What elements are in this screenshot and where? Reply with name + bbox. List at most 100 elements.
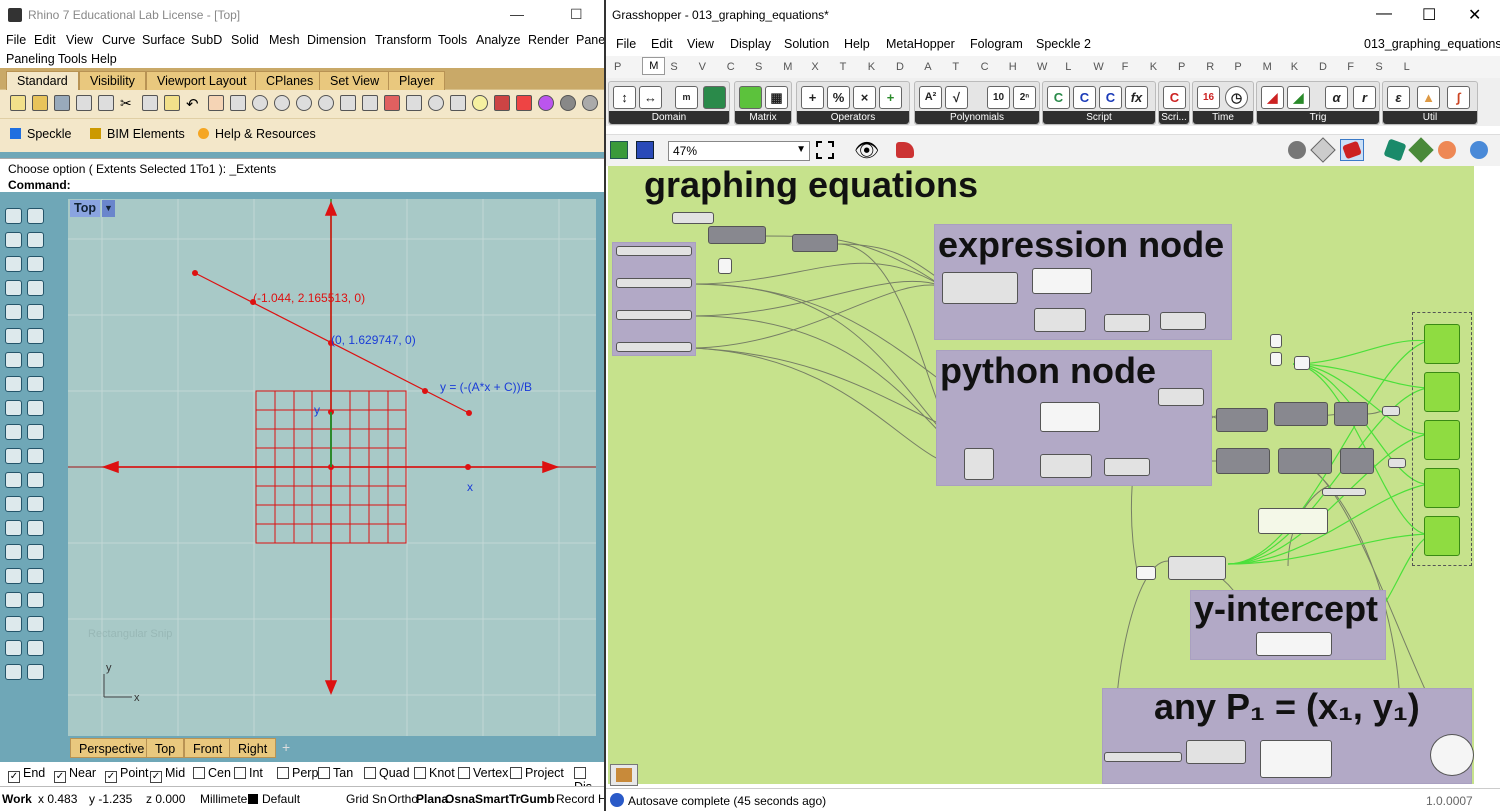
small-param-2[interactable] [1388, 458, 1406, 468]
preview-node-4[interactable] [1424, 468, 1460, 508]
smart-track[interactable]: SmartTr [475, 792, 520, 806]
side-tool-icon[interactable] [27, 232, 44, 248]
gh-menu-edit[interactable]: Edit [651, 37, 673, 51]
category-tab[interactable]: W [1093, 61, 1103, 73]
import-icon[interactable] [98, 95, 114, 111]
checkbox-icon[interactable] [414, 767, 426, 779]
param-node-1[interactable] [708, 226, 766, 244]
gh-menu-display[interactable]: Display [730, 37, 771, 51]
menu-curve[interactable]: Curve [102, 33, 135, 47]
maximize-icon[interactable]: ☐ [1422, 5, 1436, 25]
preview-node-2[interactable] [1424, 372, 1460, 412]
slider-a[interactable] [616, 246, 692, 256]
category-tab[interactable]: F [1347, 61, 1354, 73]
osnap-icon[interactable] [428, 95, 444, 111]
side-tool-icon[interactable] [5, 352, 22, 368]
save-icon[interactable] [54, 95, 70, 111]
checkbox-icon[interactable] [193, 767, 205, 779]
slider-x1[interactable] [1104, 752, 1182, 762]
checkbox-icon[interactable] [458, 767, 470, 779]
menu-view[interactable]: View [66, 33, 93, 47]
vb-script-icon[interactable]: C [1073, 86, 1096, 109]
matrix-grid-icon[interactable] [739, 86, 762, 109]
grid-snap[interactable]: Grid Sn [346, 792, 387, 806]
wireframe-icon[interactable] [1310, 137, 1336, 163]
osnap-mid[interactable]: ✓ Mid [150, 766, 185, 783]
planar[interactable]: Plana [416, 792, 448, 806]
gumball[interactable]: Gumb [520, 792, 555, 806]
zoom-extents-icon[interactable] [296, 95, 312, 111]
category-tab[interactable]: X [811, 61, 818, 73]
category-tab[interactable]: R [1206, 61, 1214, 73]
minimize-icon[interactable]: — [510, 6, 524, 22]
side-tool-icon[interactable] [27, 664, 44, 680]
move-icon[interactable] [230, 95, 246, 111]
category-tab[interactable]: A [924, 61, 931, 73]
category-tab[interactable]: T [952, 61, 959, 73]
divide-icon[interactable]: % [827, 86, 850, 109]
menu-edit[interactable]: Edit [34, 33, 56, 47]
category-tab[interactable]: M [783, 61, 792, 73]
category-tab[interactable]: C [727, 61, 735, 73]
side-tool-icon[interactable] [5, 472, 22, 488]
tab-standard[interactable]: Standard [6, 71, 79, 90]
gh-menu-solution[interactable]: Solution [784, 37, 829, 51]
new-file-icon[interactable] [10, 95, 26, 111]
minmax-icon[interactable]: m [675, 86, 698, 109]
slider-c[interactable] [616, 310, 692, 320]
calendar-icon[interactable]: 16 [1197, 86, 1220, 109]
side-tool-icon[interactable] [5, 664, 22, 680]
tab-front[interactable]: Front [184, 738, 232, 758]
layer-icon[interactable] [450, 95, 466, 111]
panel-light[interactable] [1258, 508, 1328, 534]
category-tab[interactable]: S [1375, 61, 1382, 73]
copy-icon[interactable] [142, 95, 158, 111]
tab-player[interactable]: Player [388, 71, 446, 90]
process-node-6[interactable] [1340, 448, 1374, 474]
undo-icon[interactable]: ↶ [186, 95, 202, 113]
preview-node-3[interactable] [1424, 420, 1460, 460]
category-tab[interactable]: K [1150, 61, 1157, 73]
category-tab[interactable]: L [1065, 61, 1071, 73]
rotate-view-icon[interactable] [340, 95, 356, 111]
selected-preview-icon[interactable] [1383, 138, 1407, 162]
osnap-project[interactable]: Project [510, 766, 564, 780]
side-tool-icon[interactable] [5, 328, 22, 344]
gh-menu-fologram[interactable]: Fologram [970, 37, 1023, 51]
checkbox-icon[interactable] [318, 767, 330, 779]
power-of-two-icon[interactable]: 2ⁿ [1013, 86, 1036, 109]
small-node-a[interactable] [672, 212, 714, 224]
expression-output-3[interactable] [1160, 312, 1206, 330]
checkbox-icon[interactable] [574, 767, 586, 779]
material-sphere-icon[interactable] [1438, 141, 1456, 159]
maximize-icon[interactable]: ☐ [570, 6, 583, 23]
top-viewport[interactable]: (-1.044, 2.165513, 0) (0, 1.629747, 0) y… [68, 199, 596, 736]
side-tool-icon[interactable] [5, 400, 22, 416]
process-node-5[interactable] [1278, 448, 1332, 474]
add-icon[interactable]: + [801, 86, 824, 109]
side-tool-icon[interactable] [27, 376, 44, 392]
toggle-node[interactable] [718, 258, 732, 274]
category-tab[interactable]: M [1263, 61, 1272, 73]
gh-menu-file[interactable]: File [616, 37, 636, 51]
osnap-cen[interactable]: Cen [193, 766, 231, 780]
expression-output-2[interactable] [1104, 314, 1150, 332]
osnap-toggle[interactable]: Osna [445, 792, 475, 806]
shaded-sphere-icon[interactable] [582, 95, 598, 111]
minimize-icon[interactable]: — [1376, 5, 1392, 23]
osnap-tan[interactable]: Tan [318, 766, 353, 780]
side-tool-icon[interactable] [27, 472, 44, 488]
gh-menu-view[interactable]: View [687, 37, 714, 51]
category-tab[interactable]: P [1234, 61, 1241, 73]
record-history[interactable]: Record H [556, 792, 607, 806]
python-output-3[interactable] [1158, 388, 1204, 406]
category-tab[interactable]: H [1009, 61, 1017, 73]
side-tool-icon[interactable] [27, 592, 44, 608]
checkbox-icon[interactable] [510, 767, 522, 779]
side-tool-icon[interactable] [5, 208, 22, 224]
python-script-icon[interactable]: C [1163, 86, 1186, 109]
menu-tools[interactable]: Tools [438, 33, 467, 47]
radians-icon[interactable]: r [1353, 86, 1376, 109]
process-node-4[interactable] [1216, 448, 1270, 474]
toggle-node-3[interactable] [1270, 352, 1282, 366]
